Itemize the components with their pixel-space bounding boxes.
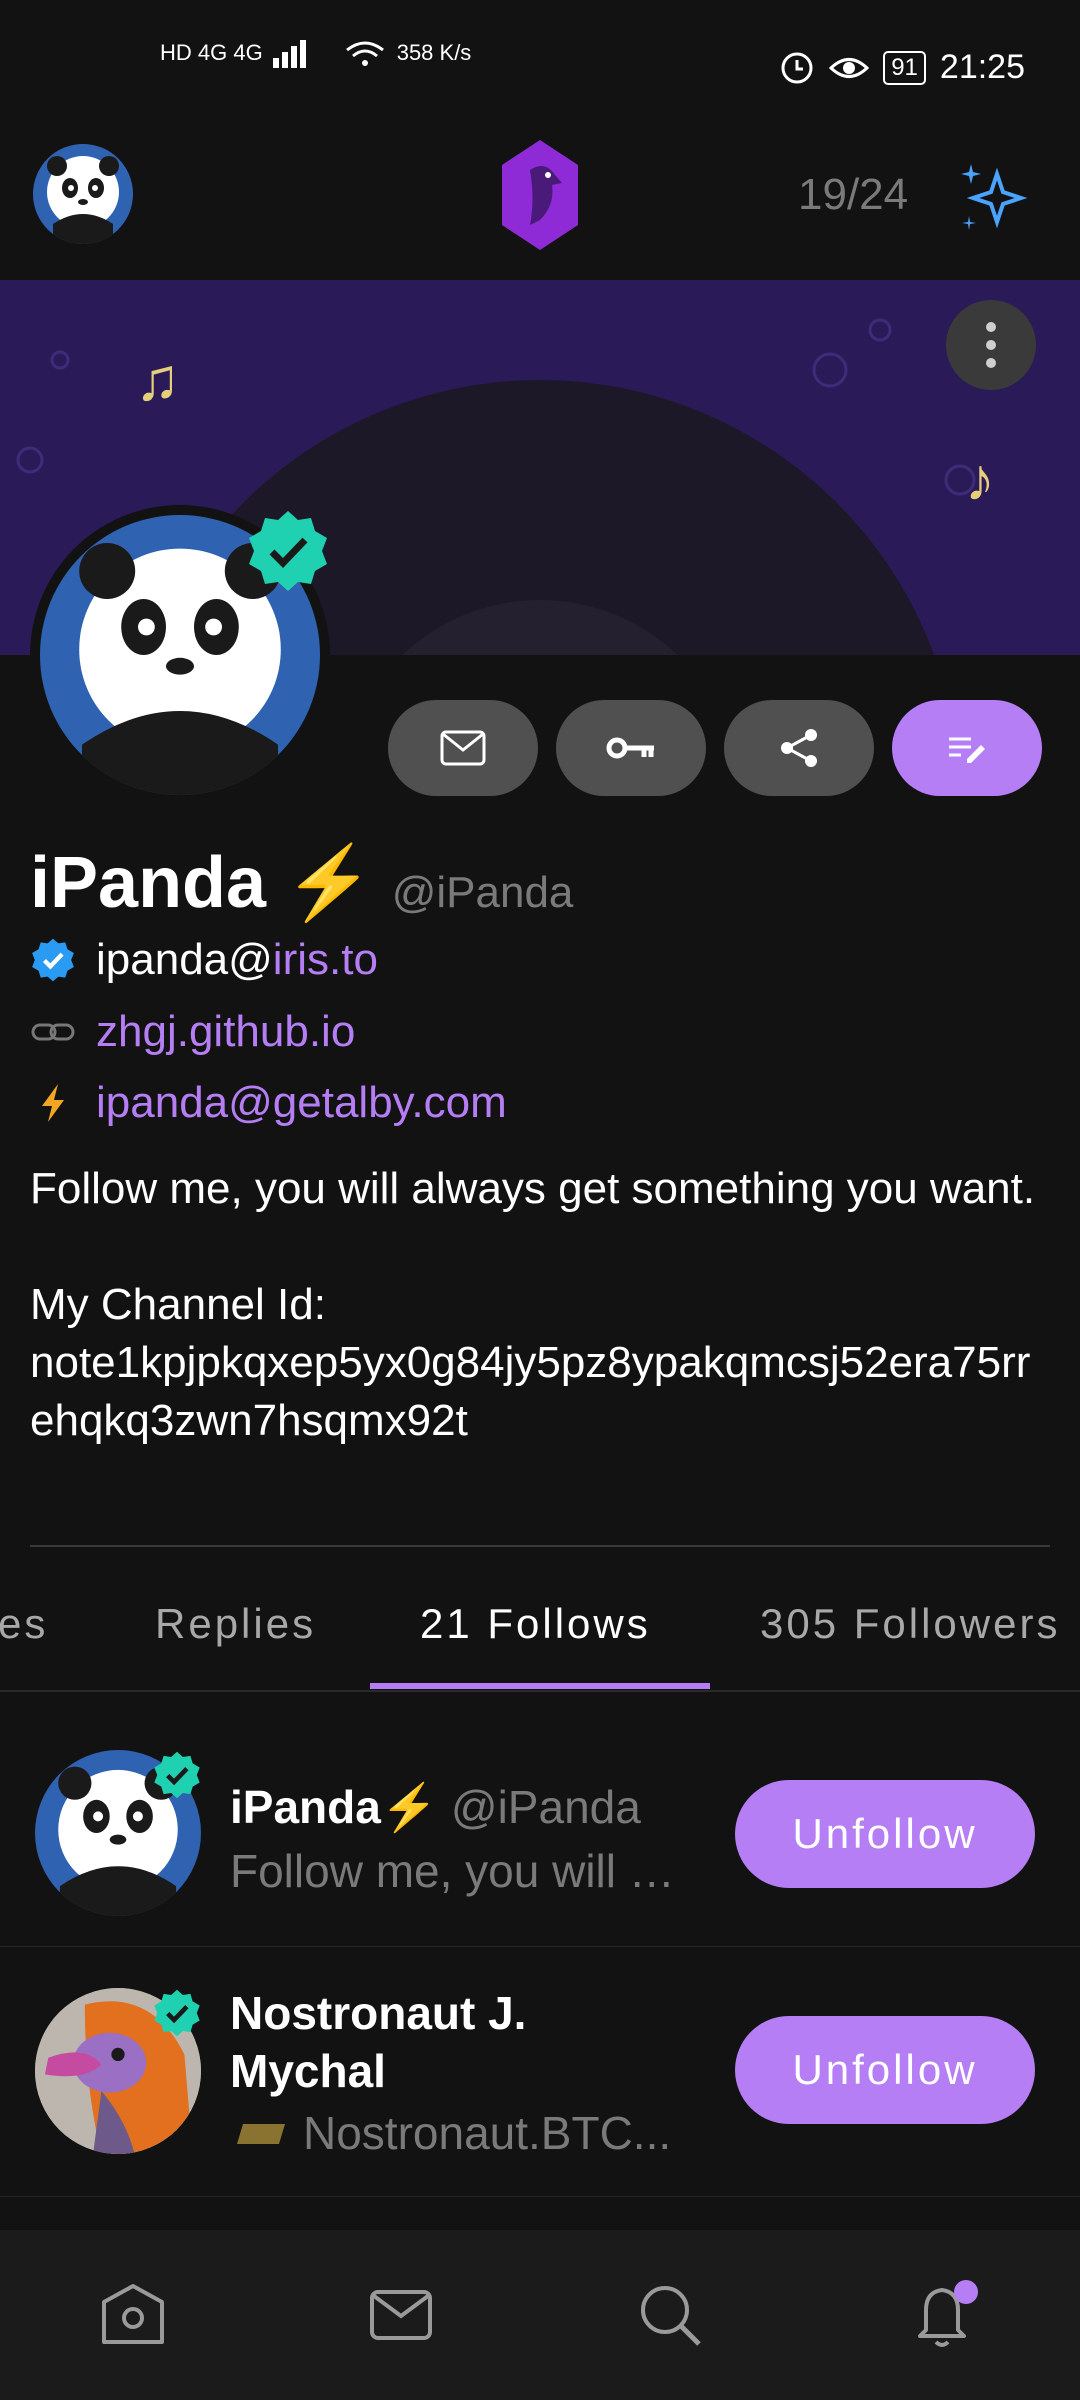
website-row: zhgj.github.io xyxy=(30,1007,355,1057)
verified-badge-icon xyxy=(249,511,327,591)
app-logo-icon xyxy=(502,140,578,250)
tab-active-indicator xyxy=(370,1683,710,1689)
follow-bio: Follow me, you will always get something… xyxy=(230,1845,690,1897)
lightning-row: ipanda@getalby.com xyxy=(30,1078,507,1128)
post-counter: 19/24 xyxy=(798,170,909,219)
mail-icon[interactable] xyxy=(366,2280,436,2350)
panda-icon xyxy=(33,144,133,244)
verified-badge-icon xyxy=(154,1751,200,1799)
verified-icon xyxy=(32,938,74,982)
alarm-icon xyxy=(781,52,813,83)
follow-name-line2: Mychal xyxy=(230,2045,386,2097)
battery-indicator: 91 xyxy=(883,50,926,85)
share-button[interactable] xyxy=(724,700,874,796)
profile-name: iPanda xyxy=(30,843,267,923)
network-indicators: HD 4G 4G 358 K/s xyxy=(160,38,471,68)
lightning-address-link[interactable]: ipanda@getalby.com xyxy=(96,1078,507,1128)
tab-follows[interactable]: 21 Follows xyxy=(420,1600,651,1648)
home-icon[interactable] xyxy=(98,2280,168,2350)
follow-name: Nostronaut J. xyxy=(230,1987,527,2039)
key-button[interactable] xyxy=(556,700,706,796)
verified-badge-icon xyxy=(154,1989,200,2037)
tab-notes[interactable]: es xyxy=(0,1600,48,1648)
website-link[interactable]: zhgj.github.io xyxy=(96,1007,355,1057)
user-avatar[interactable] xyxy=(33,144,133,244)
profile-handle: @iPanda xyxy=(391,868,574,917)
lightning-emoji: ⚡ xyxy=(284,843,374,923)
lightning-icon xyxy=(42,1084,64,1122)
search-icon[interactable] xyxy=(635,2280,705,2350)
status-bar: HD 4G 4G 358 K/s 91 21:25 xyxy=(0,0,1080,130)
bell-icon[interactable] xyxy=(906,2276,986,2356)
network-text: HD 4G 4G xyxy=(160,40,263,65)
unfollow-button[interactable]: Unfollow xyxy=(735,1780,1035,1888)
follow-bio-row: Nostronaut.BTC... xyxy=(235,2106,695,2160)
network-speed: 358 K/s xyxy=(396,40,472,65)
nip05-row: ipanda@iris.to xyxy=(30,935,378,985)
key-icon xyxy=(606,737,654,759)
status-right: 91 21:25 xyxy=(779,48,1025,87)
ticket-icon xyxy=(237,2124,285,2144)
link-icon xyxy=(31,1023,75,1041)
more-options-button[interactable] xyxy=(946,300,1036,390)
unfollow-button[interactable]: Unfollow xyxy=(735,2016,1035,2124)
edit-profile-button[interactable] xyxy=(892,700,1042,796)
nip05-domain-link[interactable]: iris.to xyxy=(273,935,378,984)
profile-tabs: es Replies 21 Follows 305 Followers xyxy=(0,1575,1080,1690)
music-note-icon: ♪ xyxy=(965,446,995,513)
music-note-icon: ♫ xyxy=(135,346,180,413)
list-item[interactable]: iPanda⚡ @iPanda Follow me, you will alwa… xyxy=(0,1692,1080,1947)
wifi-icon xyxy=(345,41,384,66)
profile-bio: Follow me, you will always get something… xyxy=(30,1164,1036,1445)
follow-handle: @iPanda xyxy=(450,1781,641,1833)
clock: 21:25 xyxy=(939,48,1025,86)
message-button[interactable] xyxy=(388,700,538,796)
edit-icon xyxy=(949,737,985,763)
nip05-text: ipanda@iris.to xyxy=(96,935,378,984)
sparkle-icon[interactable] xyxy=(955,160,1031,236)
tab-followers[interactable]: 305 Followers xyxy=(760,1600,1060,1648)
signal-icon xyxy=(272,40,306,68)
divider xyxy=(30,1545,1050,1547)
mail-icon xyxy=(440,730,486,766)
tab-replies[interactable]: Replies xyxy=(155,1600,316,1648)
follow-bio: Nostronaut.BTC... xyxy=(303,2107,672,2159)
list-item[interactable]: Nostronaut J. Mychal Nostronaut.BTC... U… xyxy=(0,1946,1080,2197)
share-icon xyxy=(781,729,817,767)
profile-name-row: iPanda ⚡ @iPanda xyxy=(30,840,573,925)
eye-icon xyxy=(829,57,870,78)
follow-name: iPanda⚡ @iPanda xyxy=(230,1781,641,1833)
